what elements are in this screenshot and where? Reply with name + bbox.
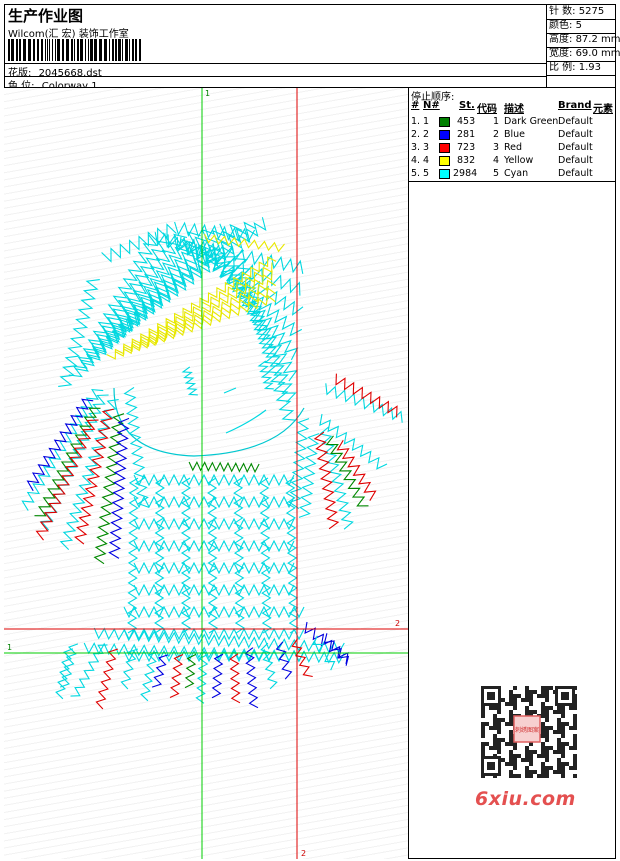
guide-h2-label: 2 <box>395 619 400 628</box>
col-header-code: 代码 <box>477 104 497 115</box>
col-header-element: 元素 <box>593 104 613 115</box>
qr-code: 刺绣图案 <box>471 680 586 782</box>
col-header-description: 描述 <box>504 104 524 115</box>
col-header-stitches: St. <box>459 100 475 111</box>
stat-height: 高度: 87.2 mm <box>549 34 620 45</box>
table-row: 2. 2 281 2 Blue Default <box>411 129 593 140</box>
thread-swatch <box>439 156 450 166</box>
table-row: 3. 3 723 3 Red Default <box>411 142 593 153</box>
embroidery-drawing: 1 1 2 2 <box>4 88 408 859</box>
thread-swatch <box>439 143 450 153</box>
guide-h1-label: 1 <box>7 643 12 652</box>
col-header-brand: Brand <box>558 100 592 111</box>
stamp-text: 刺绣图案 <box>515 726 539 734</box>
stat-stitches: 针 数: 5275 <box>549 6 605 17</box>
table-row: 1. 1 453 1 Dark Green Default <box>411 116 593 127</box>
stat-scale: 比 例: 1.93 <box>549 62 602 73</box>
barcode-image <box>8 39 141 61</box>
thread-swatch <box>439 117 450 127</box>
table-row: 4. 4 832 4 Yellow Default <box>411 155 593 166</box>
thread-swatch <box>439 169 450 179</box>
col-header-index: # <box>411 100 420 111</box>
stat-colors: 颜色: 5 <box>549 20 582 31</box>
stat-width: 宽度: 69.0 mm <box>549 48 620 59</box>
guide-v2-label: 2 <box>301 849 306 858</box>
guide-v1-label: 1 <box>205 89 210 98</box>
stats-divider <box>547 75 616 76</box>
table-row: 5. 5 2984 5 Cyan Default <box>411 168 593 179</box>
header-block: 生产作业图 Wilcom(汇 宏) 装饰工作室 花版: 2045668.dst … <box>4 4 547 92</box>
page-title: 生产作业图 <box>8 7 84 25</box>
studio-name: Wilcom(汇 宏) 装饰工作室 <box>8 29 129 40</box>
design-preview: 1 1 2 2 <box>4 88 409 859</box>
panel-divider <box>409 181 616 182</box>
stats-block: 针 数: 5275 颜色: 5 高度: 87.2 mm 宽度: 69.0 mm … <box>547 4 620 88</box>
watermark-logo: 6xiu.com <box>475 788 576 810</box>
col-header-needle: N# <box>423 100 440 111</box>
thread-swatch <box>439 130 450 140</box>
